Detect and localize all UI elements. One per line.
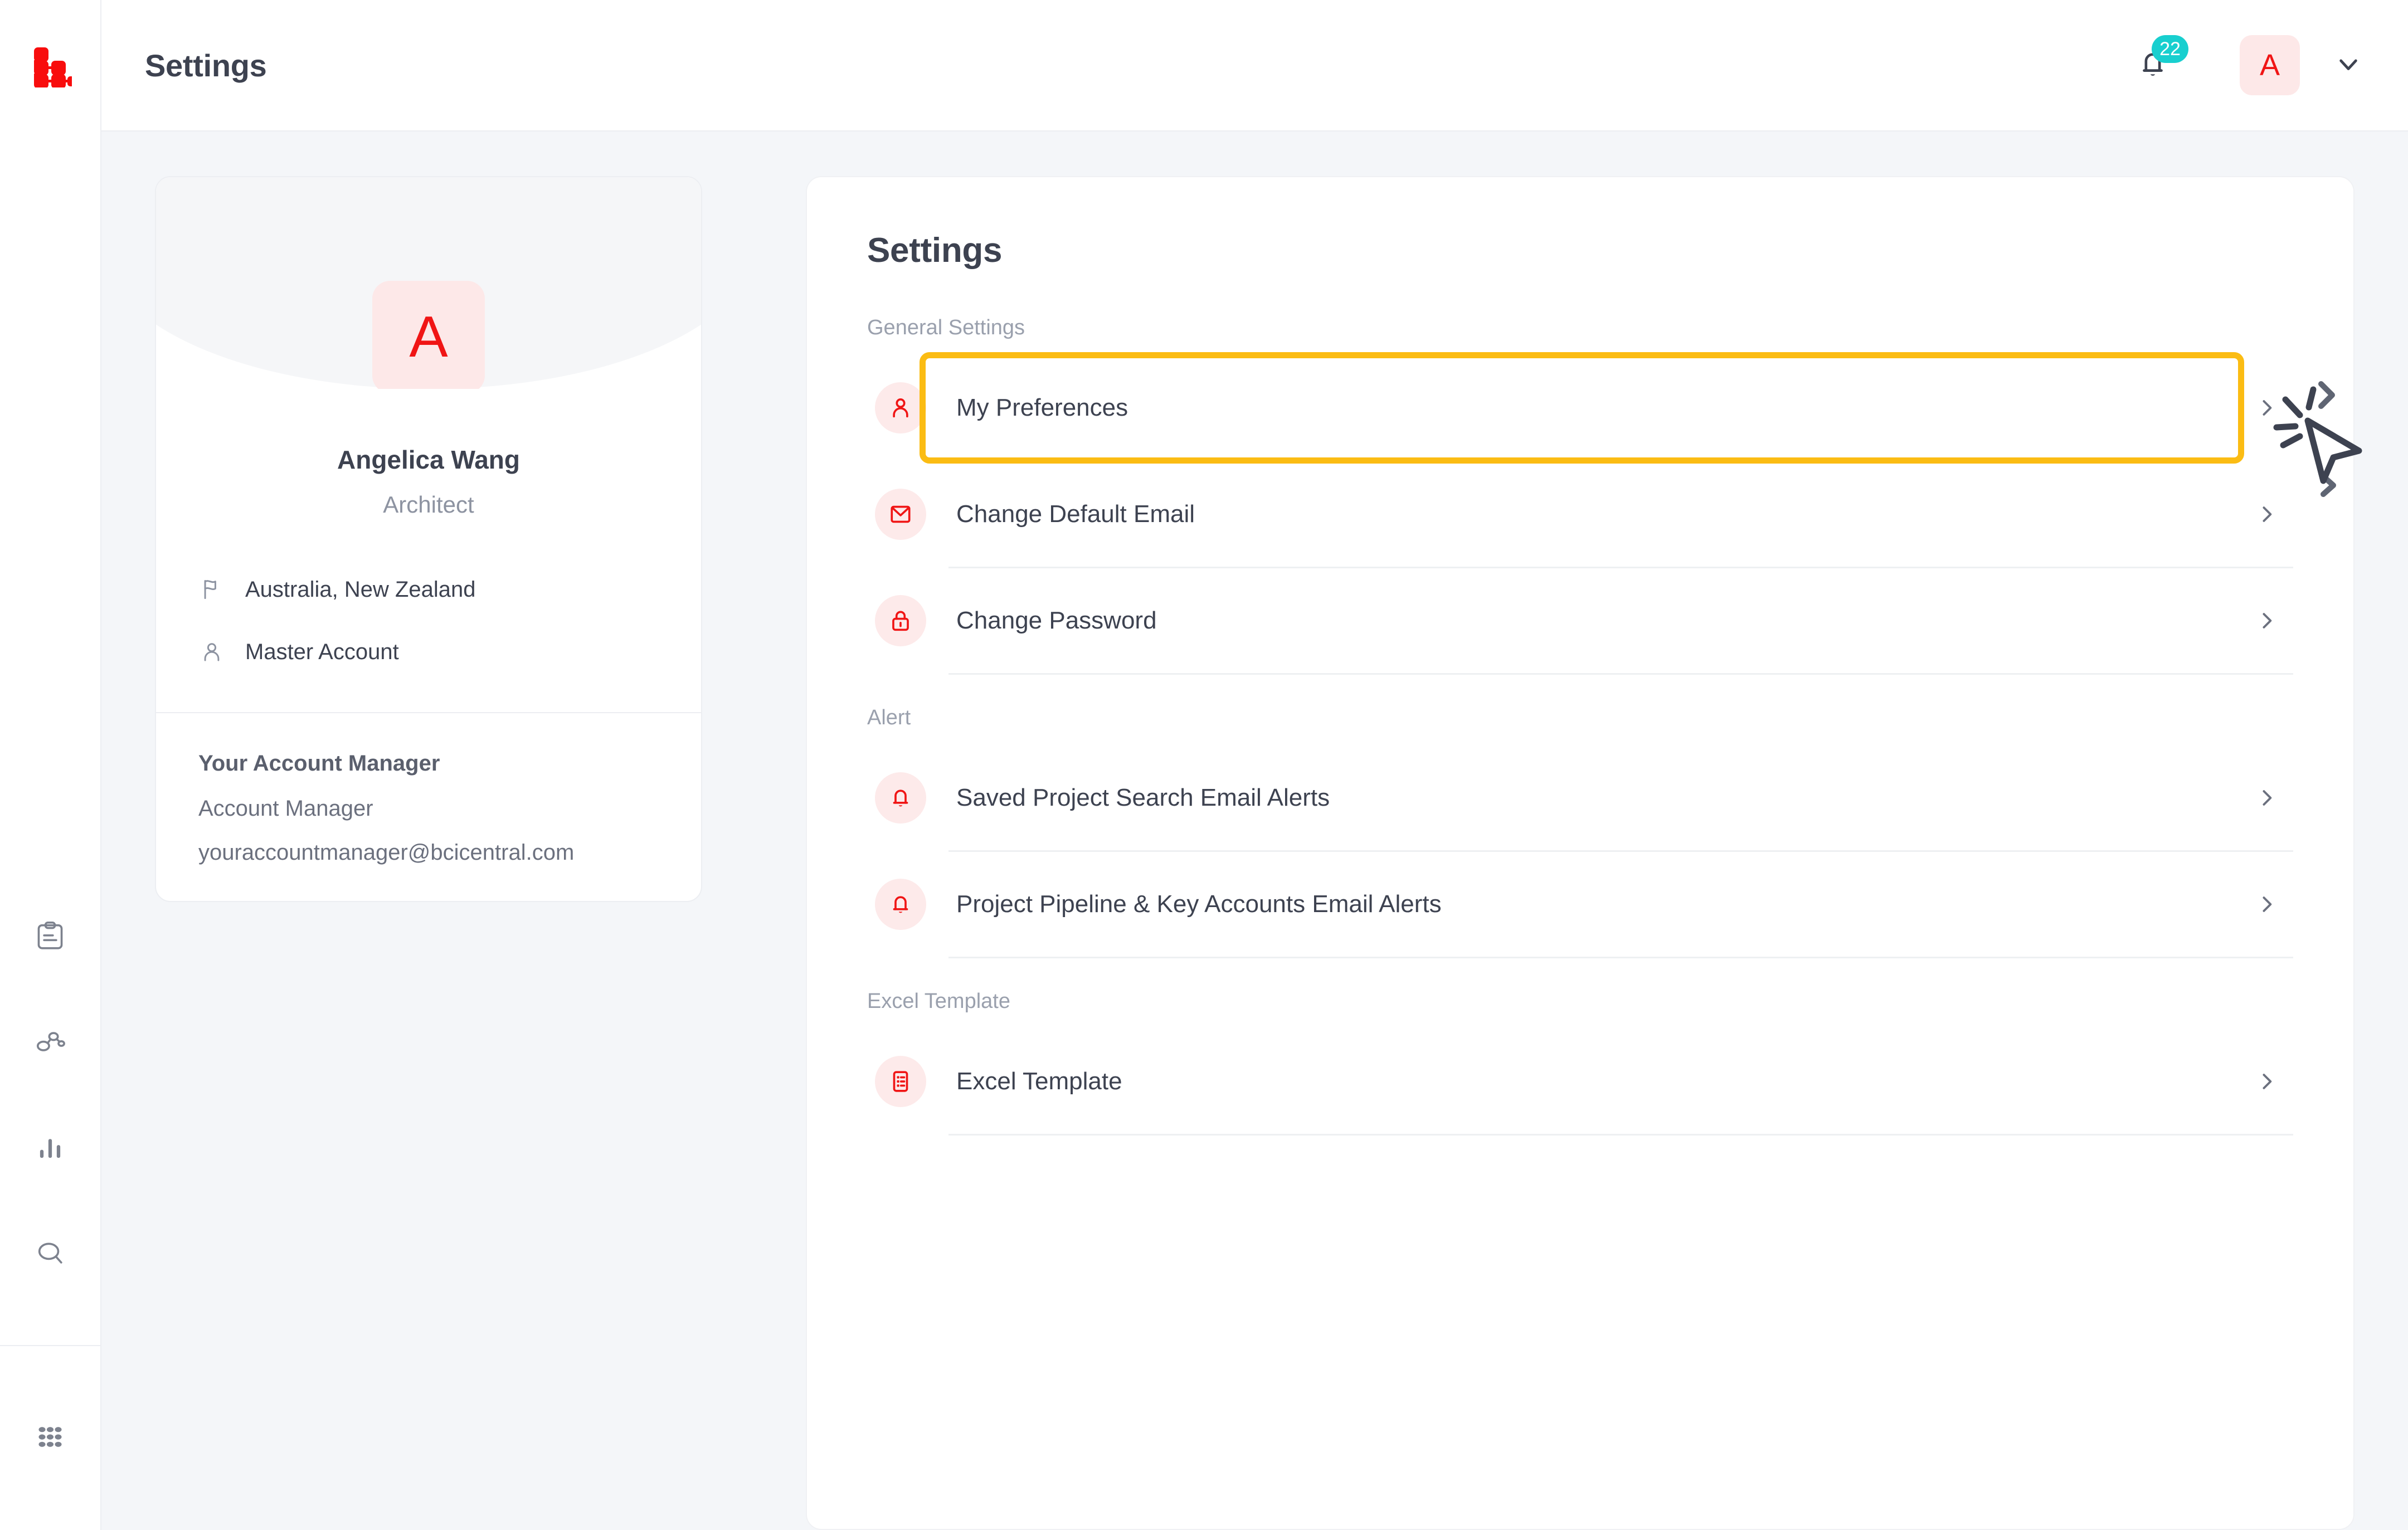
settings-row-change-password[interactable]: Change Password	[867, 568, 2293, 673]
settings-row-label: Excel Template	[956, 1068, 1122, 1095]
top-bar-actions: 22 A	[2119, 32, 2365, 99]
settings-row-project-pipeline-key-accounts-email-alerts[interactable]: Project Pipeline & Key Accounts Email Al…	[867, 852, 2293, 957]
grid-dots-icon	[34, 1421, 66, 1456]
settings-panel: Settings General Settings My Preferences…	[806, 176, 2355, 1530]
bci-central-logo	[34, 47, 72, 87]
settings-group-label: Excel Template	[867, 990, 1010, 1013]
flag-icon	[198, 576, 225, 603]
chevron-right-icon[interactable]	[2254, 786, 2283, 810]
profile-body: Angelica Wang Architect Australia, New Z…	[156, 389, 701, 876]
sidebar-item-projects[interactable]	[25, 912, 76, 963]
lock-icon	[875, 595, 926, 646]
settings-group-excel-template: Excel Template Excel Template	[867, 990, 2293, 1136]
account-manager-email: youraccountmanager@bcicentral.com	[198, 840, 575, 865]
main-area: Settings 22 A A Angelica Wang Architect …	[101, 0, 2408, 1530]
chevron-right-icon[interactable]	[2254, 396, 2283, 420]
sidebar-item-analytics[interactable]	[25, 1123, 76, 1175]
network-nodes-icon	[34, 1026, 66, 1061]
list-document-icon	[875, 1056, 926, 1107]
settings-row-excel-template[interactable]: Excel Template	[867, 1029, 2293, 1134]
rail-icon-list	[25, 912, 76, 1314]
clipboard-icon	[34, 920, 66, 955]
profile-meta-account: Master Account	[198, 621, 659, 683]
page-title: Settings	[145, 47, 267, 83]
chevron-down-icon	[2332, 48, 2365, 83]
profile-meta-region-text: Australia, New Zealand	[245, 577, 476, 602]
settings-panel-title: Settings	[867, 231, 1003, 270]
profile-meta: Australia, New Zealand Master Account	[156, 558, 701, 683]
bell-icon	[875, 772, 926, 824]
person-icon	[875, 382, 926, 433]
search-icon	[34, 1237, 66, 1273]
app-logo[interactable]	[0, 0, 101, 131]
sidebar-item-search[interactable]	[25, 1229, 76, 1280]
profile-avatar: A	[372, 281, 485, 389]
settings-row-saved-project-search-email-alerts[interactable]: Saved Project Search Email Alerts	[867, 745, 2293, 850]
account-manager-block: Your Account Manager Account Manager you…	[156, 713, 701, 876]
settings-row-label: My Preferences	[956, 394, 1128, 421]
profile-card: A Angelica Wang Architect Australia, New…	[155, 176, 702, 902]
sidebar-item-apps[interactable]	[0, 1346, 101, 1530]
account-menu-button[interactable]	[2332, 48, 2365, 83]
settings-group-label: General Settings	[867, 316, 1025, 339]
settings-row-label: Change Password	[956, 607, 1157, 634]
settings-group-alert: Alert Saved Project Search Email Alerts …	[867, 706, 2293, 958]
chevron-right-icon[interactable]	[2254, 502, 2283, 527]
chevron-right-icon[interactable]	[2254, 608, 2283, 633]
settings-row-label: Project Pipeline & Key Accounts Email Al…	[956, 890, 1442, 918]
profile-meta-region: Australia, New Zealand	[198, 558, 659, 621]
account-manager-name: Account Manager	[198, 796, 373, 821]
bell-icon	[875, 879, 926, 930]
settings-row-label: Saved Project Search Email Alerts	[956, 784, 1330, 811]
envelope-icon	[875, 489, 926, 540]
row-divider	[948, 957, 2293, 958]
avatar[interactable]: A	[2240, 35, 2300, 95]
settings-row-label: Change Default Email	[956, 500, 1195, 528]
settings-group-general: General Settings My Preferences Change D…	[867, 316, 2293, 675]
row-divider	[948, 1134, 2293, 1136]
top-bar: Settings 22 A	[101, 0, 2408, 131]
content-area: A Angelica Wang Architect Australia, New…	[101, 131, 2408, 1530]
profile-banner: A	[156, 177, 701, 389]
profile-column: A Angelica Wang Architect Australia, New…	[101, 176, 758, 1530]
settings-row-my-preferences[interactable]: My Preferences	[867, 352, 2293, 464]
left-sidebar	[0, 0, 101, 1530]
profile-role: Architect	[383, 491, 474, 518]
settings-column: Settings General Settings My Preferences…	[758, 176, 2408, 1530]
account-manager-title: Your Account Manager	[198, 751, 440, 776]
sidebar-item-companies[interactable]	[25, 1017, 76, 1069]
chevron-right-icon[interactable]	[2254, 892, 2283, 917]
settings-row-change-default-email[interactable]: Change Default Email	[867, 462, 2293, 567]
profile-meta-account-text: Master Account	[245, 639, 399, 664]
chevron-right-icon[interactable]	[2254, 1069, 2283, 1094]
row-divider	[948, 673, 2293, 675]
settings-group-label: Alert	[867, 706, 911, 729]
person-icon	[198, 639, 225, 665]
notifications-button[interactable]: 22	[2119, 32, 2188, 99]
notification-count-badge: 22	[2152, 35, 2188, 63]
profile-name: Angelica Wang	[337, 445, 520, 474]
bar-chart-icon	[34, 1132, 66, 1167]
app-root: Settings 22 A A Angelica Wang Architect …	[0, 0, 2408, 1530]
